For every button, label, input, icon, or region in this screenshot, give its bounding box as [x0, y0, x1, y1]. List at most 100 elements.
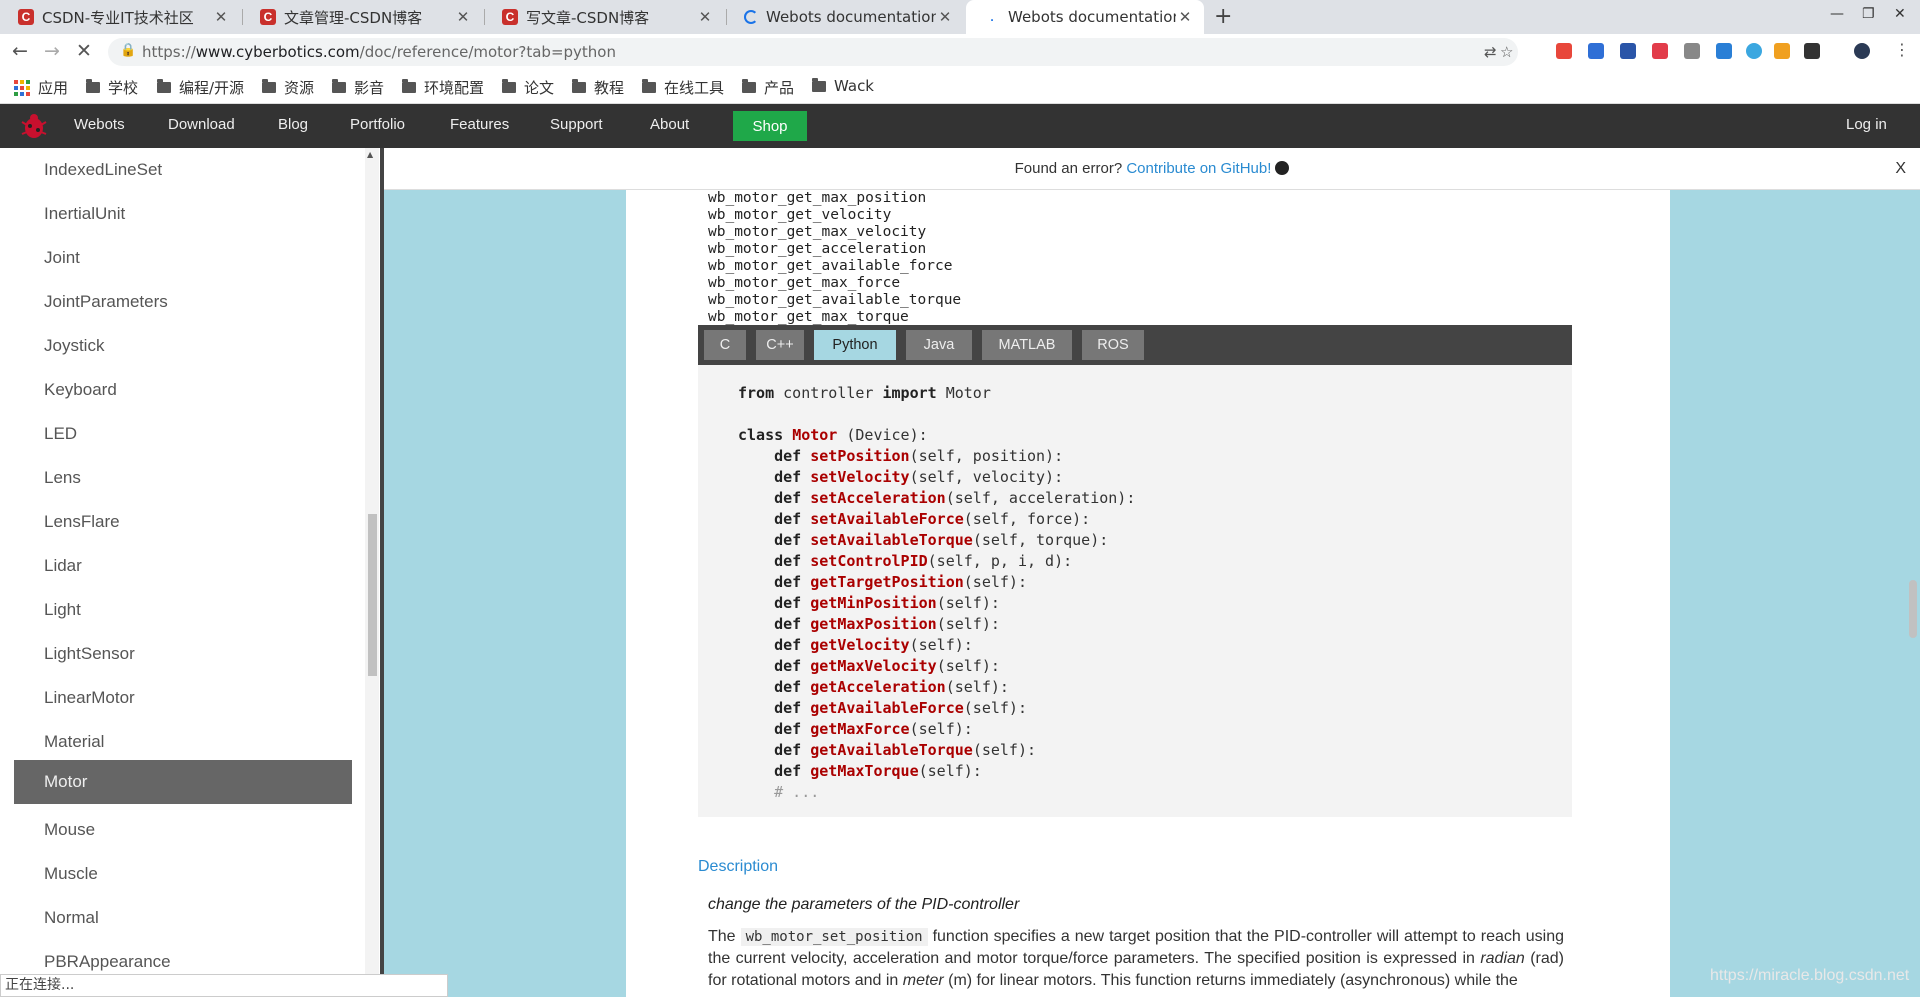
tab-java[interactable]: Java: [906, 330, 972, 360]
browser-tab[interactable]: C 文章管理-CSDN博客 ✕: [242, 0, 482, 34]
method-name: getAcceleration: [810, 678, 946, 696]
translate-icon[interactable]: ⇄: [1484, 43, 1497, 61]
tab-cpp[interactable]: C++: [756, 330, 804, 360]
csdn-icon: C: [260, 9, 276, 25]
shop-button[interactable]: Shop: [733, 111, 807, 141]
site-navbar: Webots Download Blog Portfolio Features …: [0, 104, 1920, 148]
github-link[interactable]: Contribute on GitHub!: [1126, 160, 1271, 177]
bookmark-folder[interactable]: 环境配置: [402, 77, 484, 98]
sidebar-item-linearmotor[interactable]: LinearMotor: [14, 676, 352, 720]
close-icon[interactable]: ✕: [212, 8, 230, 26]
description-heading[interactable]: Description: [698, 858, 778, 876]
back-icon[interactable]: ←: [12, 40, 28, 62]
nav-about[interactable]: About: [650, 116, 689, 133]
bookmark-apps[interactable]: 应用: [14, 77, 68, 98]
extension-icon[interactable]: [1774, 43, 1790, 59]
bookmarks-bar: 应用 学校 编程/开源 资源 影音 环境配置 论文 教程 在线工具 产品 Wac…: [0, 70, 1920, 104]
extension-icon[interactable]: [1804, 43, 1820, 59]
webots-logo-icon[interactable]: [18, 110, 50, 142]
sidebar-item-indexedlineset[interactable]: IndexedLineSet: [14, 148, 352, 192]
new-tab-button[interactable]: +: [1214, 4, 1232, 29]
code-token: def: [774, 510, 802, 528]
bookmark-folder[interactable]: Wack: [812, 77, 874, 95]
tab-c[interactable]: C: [704, 330, 746, 360]
browser-tab-strip: C CSDN-专业IT技术社区 ✕ C 文章管理-CSDN博客 ✕ C 写文章-…: [0, 0, 1920, 34]
bookmark-folder[interactable]: 教程: [572, 77, 624, 98]
close-banner-button[interactable]: X: [1895, 148, 1906, 190]
scrollbar-thumb[interactable]: [368, 514, 377, 676]
close-icon[interactable]: ✕: [454, 8, 472, 26]
sidebar-item-light[interactable]: Light: [14, 588, 352, 632]
code-token: def: [774, 468, 802, 486]
method-name: getMaxForce: [810, 720, 910, 738]
bookmark-star-icon[interactable]: ☆: [1500, 43, 1513, 61]
code-line: def getTargetPosition(self):: [738, 572, 1135, 593]
tab-ros[interactable]: ROS: [1082, 330, 1144, 360]
window-close-icon[interactable]: ✕: [1894, 6, 1906, 22]
sidebar-item-muscle[interactable]: Muscle: [14, 852, 352, 896]
sidebar-item-joint[interactable]: Joint: [14, 236, 352, 280]
scroll-up-icon[interactable]: ▲: [367, 150, 373, 159]
nav-features[interactable]: Features: [450, 116, 509, 133]
bookmark-folder[interactable]: 编程/开源: [157, 77, 244, 98]
close-icon[interactable]: ✕: [696, 8, 714, 26]
sidebar-item-joystick[interactable]: Joystick: [14, 324, 352, 368]
bookmark-folder[interactable]: 影音: [332, 77, 384, 98]
browser-tab-active[interactable]: . Webots documentation: M ✕: [966, 0, 1204, 34]
sidebar-item-lightsensor[interactable]: LightSensor: [14, 632, 352, 676]
close-icon[interactable]: ✕: [1176, 8, 1194, 26]
sidebar-item-mouse[interactable]: Mouse: [14, 808, 352, 852]
bookmark-folder[interactable]: 论文: [502, 77, 554, 98]
browser-tab[interactable]: C 写文章-CSDN博客 ✕: [484, 0, 724, 34]
sidebar-item-jointparameters[interactable]: JointParameters: [14, 280, 352, 324]
sidebar-item-lensflare[interactable]: LensFlare: [14, 500, 352, 544]
bookmark-folder[interactable]: 资源: [262, 77, 314, 98]
bookmark-folder[interactable]: 产品: [742, 77, 794, 98]
sidebar-item-normal[interactable]: Normal: [14, 896, 352, 940]
nav-portfolio[interactable]: Portfolio: [350, 116, 405, 133]
sidebar-item-led[interactable]: LED: [14, 412, 352, 456]
nav-webots[interactable]: Webots: [74, 116, 125, 133]
login-link[interactable]: Log in: [1846, 116, 1887, 133]
browser-tab[interactable]: C CSDN-专业IT技术社区 ✕: [0, 0, 240, 34]
nav-blog[interactable]: Blog: [278, 116, 308, 133]
avatar[interactable]: [1854, 43, 1870, 59]
sidebar-item-keyboard[interactable]: Keyboard: [14, 368, 352, 412]
bookmark-label: 环境配置: [424, 79, 485, 97]
minimize-icon[interactable]: —: [1830, 6, 1844, 22]
extension-icon[interactable]: [1620, 43, 1636, 59]
restore-icon[interactable]: ❐: [1862, 6, 1875, 22]
folder-icon: [86, 79, 100, 93]
extension-icon[interactable]: [1556, 43, 1572, 59]
scrollbar-thumb[interactable]: [1909, 580, 1917, 638]
sidebar-scrollbar[interactable]: ▲: [365, 148, 379, 974]
bookmark-folder[interactable]: 在线工具: [642, 77, 724, 98]
extension-icon[interactable]: [1746, 43, 1762, 59]
forward-icon[interactable]: →: [44, 40, 60, 62]
sidebar-item-motor[interactable]: Motor: [14, 760, 352, 804]
tab-python[interactable]: Python: [814, 330, 896, 360]
bookmark-folder[interactable]: 学校: [86, 77, 138, 98]
extension-icon[interactable]: [1588, 43, 1604, 59]
main-scrollbar[interactable]: [1906, 148, 1920, 997]
address-bar[interactable]: 🔒 https://www.cyberbotics.com/doc/refere…: [108, 38, 1518, 66]
browser-tab[interactable]: Webots documentation: \ ✕: [726, 0, 964, 34]
sidebar-item-material[interactable]: Material: [14, 720, 352, 764]
close-icon[interactable]: ✕: [936, 8, 954, 26]
desc-italic: meter: [902, 972, 944, 989]
nav-support[interactable]: Support: [550, 116, 603, 133]
sidebar-item-lens[interactable]: Lens: [14, 456, 352, 500]
extension-icon[interactable]: [1652, 43, 1668, 59]
stop-icon[interactable]: ✕: [76, 40, 92, 62]
menu-icon[interactable]: ⋮: [1894, 40, 1910, 59]
sidebar-item-lidar[interactable]: Lidar: [14, 544, 352, 588]
tab-matlab[interactable]: MATLAB: [982, 330, 1072, 360]
extension-icon[interactable]: [1684, 43, 1700, 59]
extension-icon[interactable]: [1716, 43, 1732, 59]
nav-download[interactable]: Download: [168, 116, 235, 133]
sidebar-item-inertialunit[interactable]: InertialUnit: [14, 192, 352, 236]
